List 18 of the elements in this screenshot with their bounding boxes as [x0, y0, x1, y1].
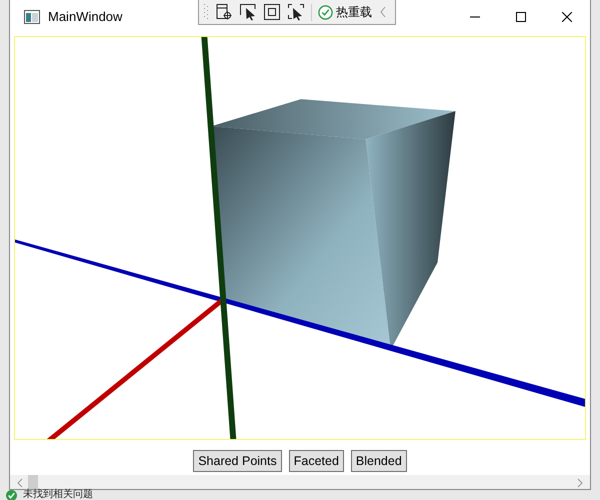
scrollbar-thumb[interactable] [28, 475, 38, 489]
live-tree-icon[interactable] [215, 3, 233, 21]
close-icon [562, 12, 572, 22]
window-icon [24, 10, 40, 24]
status-text: 未找到相关问题 [23, 490, 93, 500]
hot-reload-button[interactable]: 热重载 [318, 4, 372, 20]
push-button[interactable]: Faceted [288, 450, 344, 472]
select-element-icon[interactable] [239, 3, 257, 21]
maximize-icon [516, 12, 526, 22]
track-focus-icon[interactable] [287, 3, 305, 21]
push-button[interactable]: Shared Points [193, 450, 282, 472]
scroll-right-icon[interactable] [576, 478, 584, 488]
scroll-left-icon[interactable] [16, 478, 24, 488]
collapse-icon[interactable] [378, 5, 388, 19]
push-button[interactable]: Blended [350, 450, 407, 472]
window-title: MainWindow [48, 9, 122, 24]
adorner-icon[interactable] [263, 3, 281, 21]
check-circle-icon [318, 4, 333, 20]
